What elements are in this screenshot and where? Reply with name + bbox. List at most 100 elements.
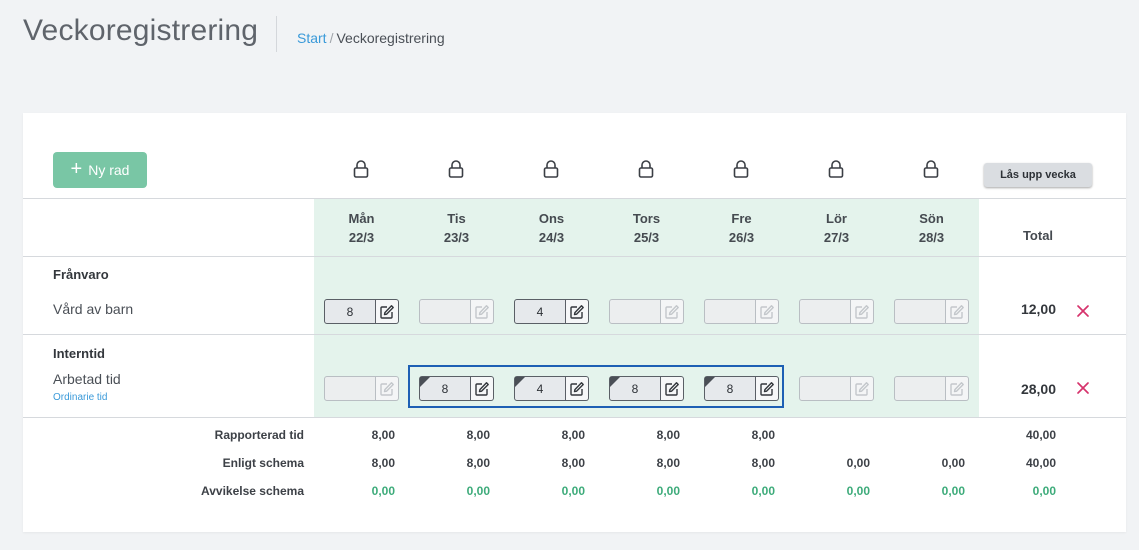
summary-value: 0,00 — [941, 456, 965, 470]
unlock-week-button[interactable]: Lås upp vecka — [984, 163, 1092, 187]
summary-total: 0,00 — [1032, 484, 1056, 498]
lock-icon[interactable] — [827, 159, 845, 179]
hour-cell — [799, 299, 874, 324]
day-name: Sön — [919, 211, 944, 226]
summary-total: 40,00 — [1025, 428, 1056, 442]
edit-icon[interactable] — [566, 299, 589, 324]
hour-input[interactable] — [704, 299, 756, 324]
summary-value: 8,00 — [466, 456, 490, 470]
day-header: Mån 22/3 — [314, 209, 409, 247]
hour-input[interactable] — [609, 299, 661, 324]
edit-icon[interactable] — [471, 299, 494, 324]
day-name: Fre — [731, 211, 752, 226]
edit-icon[interactable] — [471, 376, 494, 401]
hour-input[interactable] — [799, 299, 851, 324]
summary-value: 0,00 — [656, 484, 680, 498]
section-title: Interntid — [53, 346, 105, 361]
hour-cell: 8 — [609, 376, 684, 401]
hour-cell — [704, 299, 779, 324]
hour-input[interactable]: 8 — [704, 376, 756, 401]
hour-input[interactable] — [419, 299, 471, 324]
edit-icon[interactable] — [756, 376, 779, 401]
hour-input[interactable]: 4 — [514, 376, 566, 401]
edit-icon[interactable] — [376, 299, 399, 324]
add-row-button[interactable]: + Ny rad — [53, 152, 147, 188]
edit-icon[interactable] — [376, 376, 399, 401]
hour-cell — [324, 376, 399, 401]
summary-value: 8,00 — [656, 428, 680, 442]
summary-value: 8,00 — [751, 456, 775, 470]
week-registration-card: + Ny rad Lås upp vecka Total Frånvaro Vå… — [23, 113, 1126, 532]
day-header: Tors 25/3 — [599, 209, 694, 247]
breadcrumb-start-link[interactable]: Start — [297, 30, 327, 46]
row-label: Vård av barn — [53, 301, 134, 317]
plus-icon: + — [70, 158, 83, 180]
divider — [23, 198, 1126, 199]
edit-icon[interactable] — [661, 299, 684, 324]
summary-value: 0,00 — [561, 484, 585, 498]
breadcrumb-separator: / — [329, 30, 334, 46]
hour-input[interactable]: 4 — [514, 299, 566, 324]
hour-input[interactable] — [894, 376, 946, 401]
hour-input[interactable]: 8 — [324, 299, 376, 324]
lock-icon[interactable] — [922, 159, 940, 179]
divider — [23, 334, 1126, 335]
hour-cell: 4 — [514, 376, 589, 401]
day-name: Tors — [632, 211, 661, 226]
day-name: Mån — [348, 211, 375, 226]
day-name: Tis — [447, 211, 466, 226]
lock-icon[interactable] — [732, 159, 750, 179]
hour-cell — [894, 299, 969, 324]
day-date: 26/3 — [728, 230, 755, 245]
divider — [23, 256, 1126, 257]
lock-icon[interactable] — [637, 159, 655, 179]
hour-cell: 8 — [419, 376, 494, 401]
summary-value: 0,00 — [846, 456, 870, 470]
day-date: 24/3 — [538, 230, 565, 245]
breadcrumb: Start / Veckoregistrering — [297, 30, 445, 46]
lock-icon[interactable] — [352, 159, 370, 179]
hour-input[interactable]: 8 — [609, 376, 661, 401]
edit-icon[interactable] — [946, 376, 969, 401]
row-sublabel[interactable]: Ordinarie tid — [53, 392, 107, 403]
summary-value: 8,00 — [561, 428, 585, 442]
summary-value: 0,00 — [846, 484, 870, 498]
summary-label: Avvikelse schema — [201, 484, 304, 498]
summary-label: Enligt schema — [222, 456, 304, 470]
hour-input[interactable] — [324, 376, 376, 401]
close-icon[interactable] — [1076, 381, 1090, 395]
summary-value: 8,00 — [466, 428, 490, 442]
day-date: 22/3 — [348, 230, 375, 245]
summary-value: 8,00 — [561, 456, 585, 470]
row-total: 28,00 — [1020, 381, 1056, 397]
add-row-label: Ny rad — [88, 162, 130, 178]
breadcrumb-current: Veckoregistrering — [336, 30, 445, 46]
close-icon[interactable] — [1076, 304, 1090, 318]
summary-value: 8,00 — [371, 456, 395, 470]
edit-icon[interactable] — [946, 299, 969, 324]
day-header: Sön 28/3 — [884, 209, 979, 247]
day-header: Fre 26/3 — [694, 209, 789, 247]
day-header: Tis 23/3 — [409, 209, 504, 247]
day-name: Ons — [538, 211, 565, 226]
edit-icon[interactable] — [566, 376, 589, 401]
hour-input[interactable] — [894, 299, 946, 324]
summary-total: 40,00 — [1025, 456, 1056, 470]
hour-cell: 8 — [704, 376, 779, 401]
edit-icon[interactable] — [851, 299, 874, 324]
lock-icon[interactable] — [542, 159, 560, 179]
hour-cell — [419, 299, 494, 324]
edit-icon[interactable] — [851, 376, 874, 401]
hour-input[interactable]: 8 — [419, 376, 471, 401]
hour-input[interactable] — [799, 376, 851, 401]
day-header: Ons 24/3 — [504, 209, 599, 247]
section-title: Frånvaro — [53, 267, 109, 282]
edit-icon[interactable] — [756, 299, 779, 324]
edit-icon[interactable] — [661, 376, 684, 401]
day-date: 25/3 — [633, 230, 660, 245]
lock-icon[interactable] — [447, 159, 465, 179]
summary-value: 8,00 — [751, 428, 775, 442]
summary-value: 8,00 — [656, 456, 680, 470]
hour-cell — [609, 299, 684, 324]
row-total: 12,00 — [1020, 301, 1056, 317]
